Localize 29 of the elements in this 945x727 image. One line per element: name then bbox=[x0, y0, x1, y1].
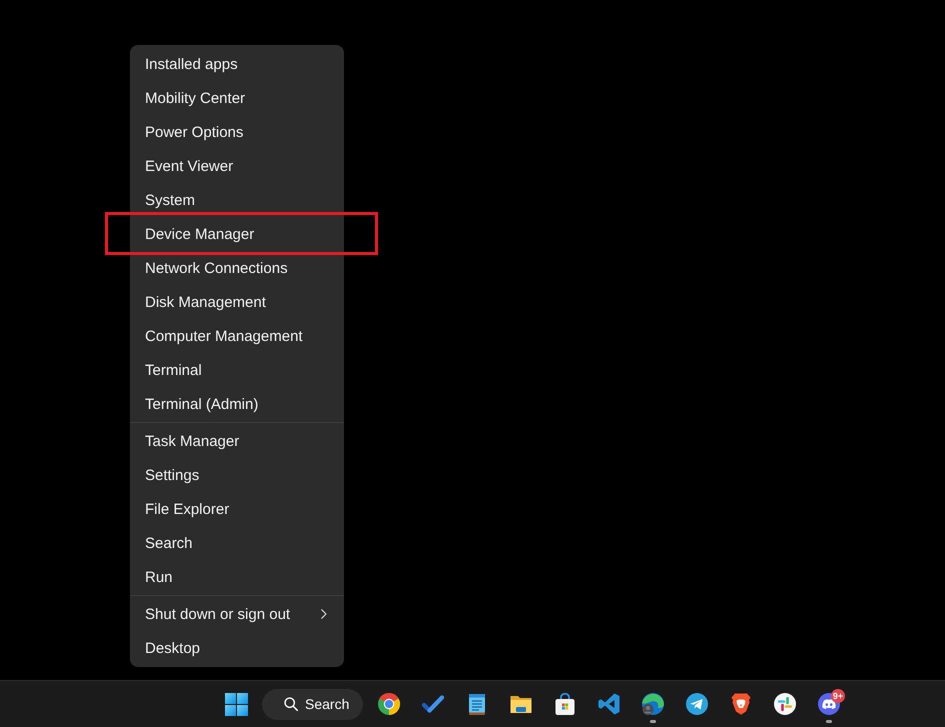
paper-plane-icon[interactable] bbox=[685, 692, 709, 716]
menu-item[interactable]: Terminal bbox=[130, 353, 344, 387]
menu-item[interactable]: Mobility Center bbox=[130, 81, 344, 115]
menu-item[interactable]: Shut down or sign out bbox=[130, 597, 344, 631]
menu-item[interactable]: Terminal (Admin) bbox=[130, 387, 344, 421]
search-button[interactable]: Search bbox=[262, 688, 363, 720]
swirl-icon[interactable] bbox=[641, 692, 665, 716]
menu-item[interactable]: Task Manager bbox=[130, 424, 344, 458]
grid-icon[interactable] bbox=[224, 692, 248, 716]
angle-bracket-icon[interactable] bbox=[597, 692, 621, 716]
shopping-bag-icon[interactable] bbox=[553, 692, 577, 716]
menu-item[interactable]: Disk Management bbox=[130, 285, 344, 319]
search-icon bbox=[284, 697, 298, 711]
menu-item[interactable]: Power Options bbox=[130, 115, 344, 149]
notification-badge: 9+ bbox=[831, 689, 845, 703]
menu-item[interactable]: File Explorer bbox=[130, 492, 344, 526]
pinwheel-icon[interactable] bbox=[773, 692, 797, 716]
menu-item[interactable]: Computer Management bbox=[130, 319, 344, 353]
menu-item[interactable]: Event Viewer bbox=[130, 149, 344, 183]
menu-item[interactable]: System bbox=[130, 183, 344, 217]
shield-icon[interactable] bbox=[729, 692, 753, 716]
menu-item[interactable]: Device Manager bbox=[130, 217, 344, 251]
menu-item[interactable]: Run bbox=[130, 560, 344, 594]
tricolor-circle-icon[interactable] bbox=[377, 692, 401, 716]
menu-item[interactable]: Network Connections bbox=[130, 251, 344, 285]
menu-item[interactable]: Search bbox=[130, 526, 344, 560]
menu-item[interactable]: Desktop bbox=[130, 631, 344, 665]
menu-item[interactable]: Installed apps bbox=[130, 47, 344, 81]
menu-item[interactable]: Settings bbox=[130, 458, 344, 492]
